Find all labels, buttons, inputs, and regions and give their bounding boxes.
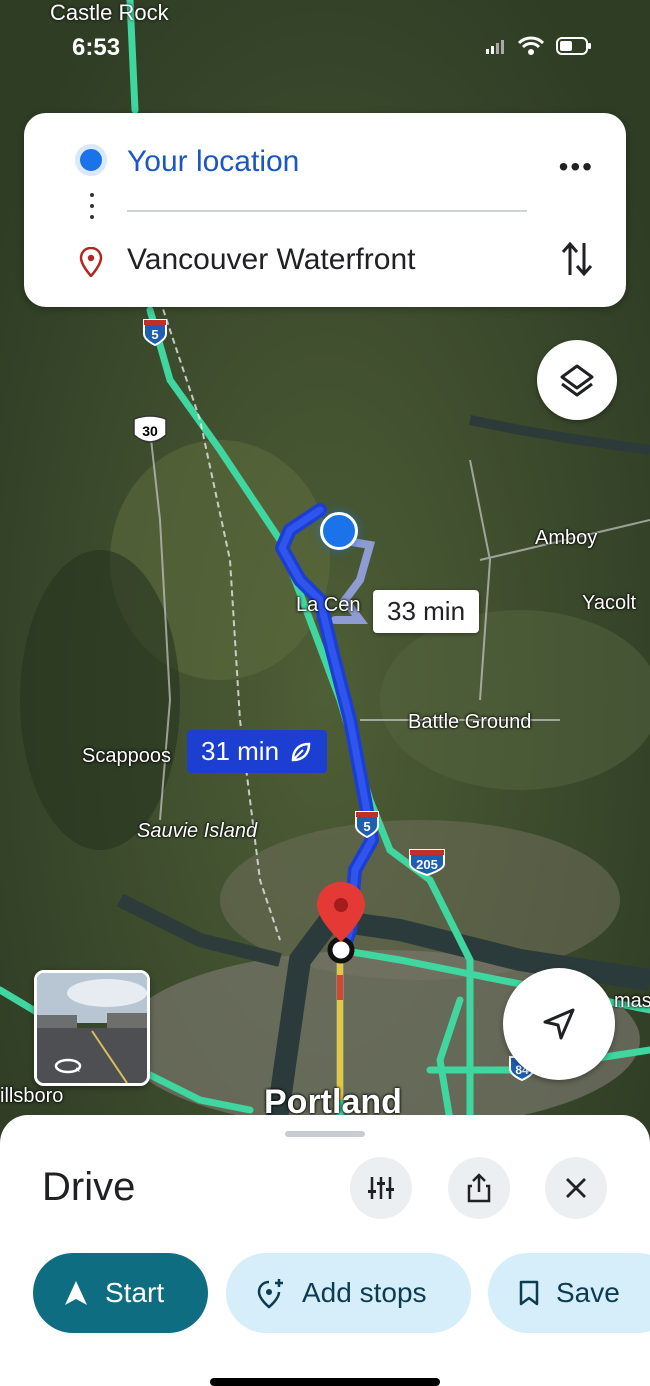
sheet-drag-handle[interactable] bbox=[285, 1131, 365, 1137]
map-label-battle-ground: Battle Ground bbox=[408, 711, 532, 733]
eco-leaf-icon bbox=[291, 742, 311, 761]
map-label-la-center: La Cen bbox=[296, 594, 361, 616]
swap-directions-icon[interactable] bbox=[560, 239, 594, 279]
alternate-route-time[interactable]: 33 min bbox=[373, 590, 480, 633]
more-options-button[interactable]: ••• bbox=[559, 151, 594, 183]
layers-icon bbox=[560, 364, 594, 397]
highway-shield-i205: 205 bbox=[409, 849, 445, 876]
route-connector-dots bbox=[90, 193, 94, 226]
wifi-icon bbox=[518, 36, 544, 55]
svg-text:30: 30 bbox=[142, 423, 158, 439]
share-button[interactable] bbox=[448, 1157, 510, 1219]
destination-map-pin-icon[interactable] bbox=[314, 880, 368, 970]
svg-text:5: 5 bbox=[151, 327, 158, 342]
status-time: 6:53 bbox=[72, 34, 121, 61]
highway-shield-us30: 30 bbox=[133, 415, 167, 443]
highway-shield-i5-south: 5 bbox=[355, 811, 379, 838]
svg-text:205: 205 bbox=[416, 857, 438, 872]
field-divider bbox=[127, 210, 527, 212]
start-button[interactable]: Start bbox=[33, 1253, 208, 1333]
recenter-navigation-button[interactable] bbox=[503, 968, 615, 1080]
status-icons bbox=[486, 36, 592, 56]
add-location-icon bbox=[257, 1279, 283, 1309]
close-icon bbox=[566, 1178, 586, 1198]
status-location-text: Castle Rock bbox=[50, 0, 169, 25]
route-options-button[interactable] bbox=[350, 1157, 412, 1219]
street-view-thumbnail[interactable] bbox=[34, 970, 150, 1086]
battery-icon bbox=[556, 37, 591, 55]
close-button[interactable] bbox=[545, 1157, 607, 1219]
save-button[interactable]: Save bbox=[488, 1253, 650, 1333]
sliders-icon bbox=[368, 1177, 394, 1199]
main-route-time[interactable]: 31 min bbox=[187, 730, 328, 773]
directions-bottom-sheet: Drive Start Add stops Save bbox=[0, 1115, 650, 1386]
map-label-yacolt: Yacolt bbox=[582, 592, 637, 614]
map-label-scappoose: Scappoos bbox=[82, 745, 171, 767]
add-stops-label: Add stops bbox=[302, 1277, 427, 1308]
status-bar: Castle Rock 6:53 bbox=[0, 0, 650, 61]
destination-field[interactable]: Vancouver Waterfront bbox=[127, 243, 415, 277]
origin-field[interactable]: Your location bbox=[127, 145, 299, 179]
add-stops-button[interactable]: Add stops bbox=[226, 1253, 471, 1333]
map-label-east-partial: mas bbox=[614, 990, 650, 1012]
route-card: Your location ••• Vancouver Waterfront bbox=[24, 113, 626, 307]
travel-mode-title: Drive bbox=[42, 1165, 136, 1209]
home-indicator[interactable] bbox=[210, 1378, 440, 1386]
main-route-time-label: 31 min bbox=[201, 736, 280, 766]
navigation-arrow-icon bbox=[543, 1008, 575, 1040]
current-location-marker bbox=[320, 512, 358, 550]
cellular-signal-icon bbox=[486, 40, 504, 54]
bookmark-icon bbox=[519, 1280, 539, 1306]
navigation-start-icon bbox=[65, 1281, 87, 1305]
save-label: Save bbox=[556, 1277, 620, 1308]
svg-text:5: 5 bbox=[363, 819, 370, 834]
destination-pin-icon bbox=[79, 247, 103, 277]
layers-button[interactable] bbox=[537, 340, 617, 420]
map-label-sauvie-island: Sauvie Island bbox=[137, 820, 258, 842]
map-label-amboy: Amboy bbox=[535, 527, 598, 549]
origin-dot-icon bbox=[75, 144, 107, 176]
rotate-360-icon bbox=[54, 1058, 82, 1074]
map-label-hillsboro: illsboro bbox=[0, 1085, 64, 1107]
highway-shield-i5-north: 5 bbox=[143, 319, 167, 346]
share-icon bbox=[467, 1173, 491, 1203]
start-button-label: Start bbox=[105, 1277, 165, 1308]
